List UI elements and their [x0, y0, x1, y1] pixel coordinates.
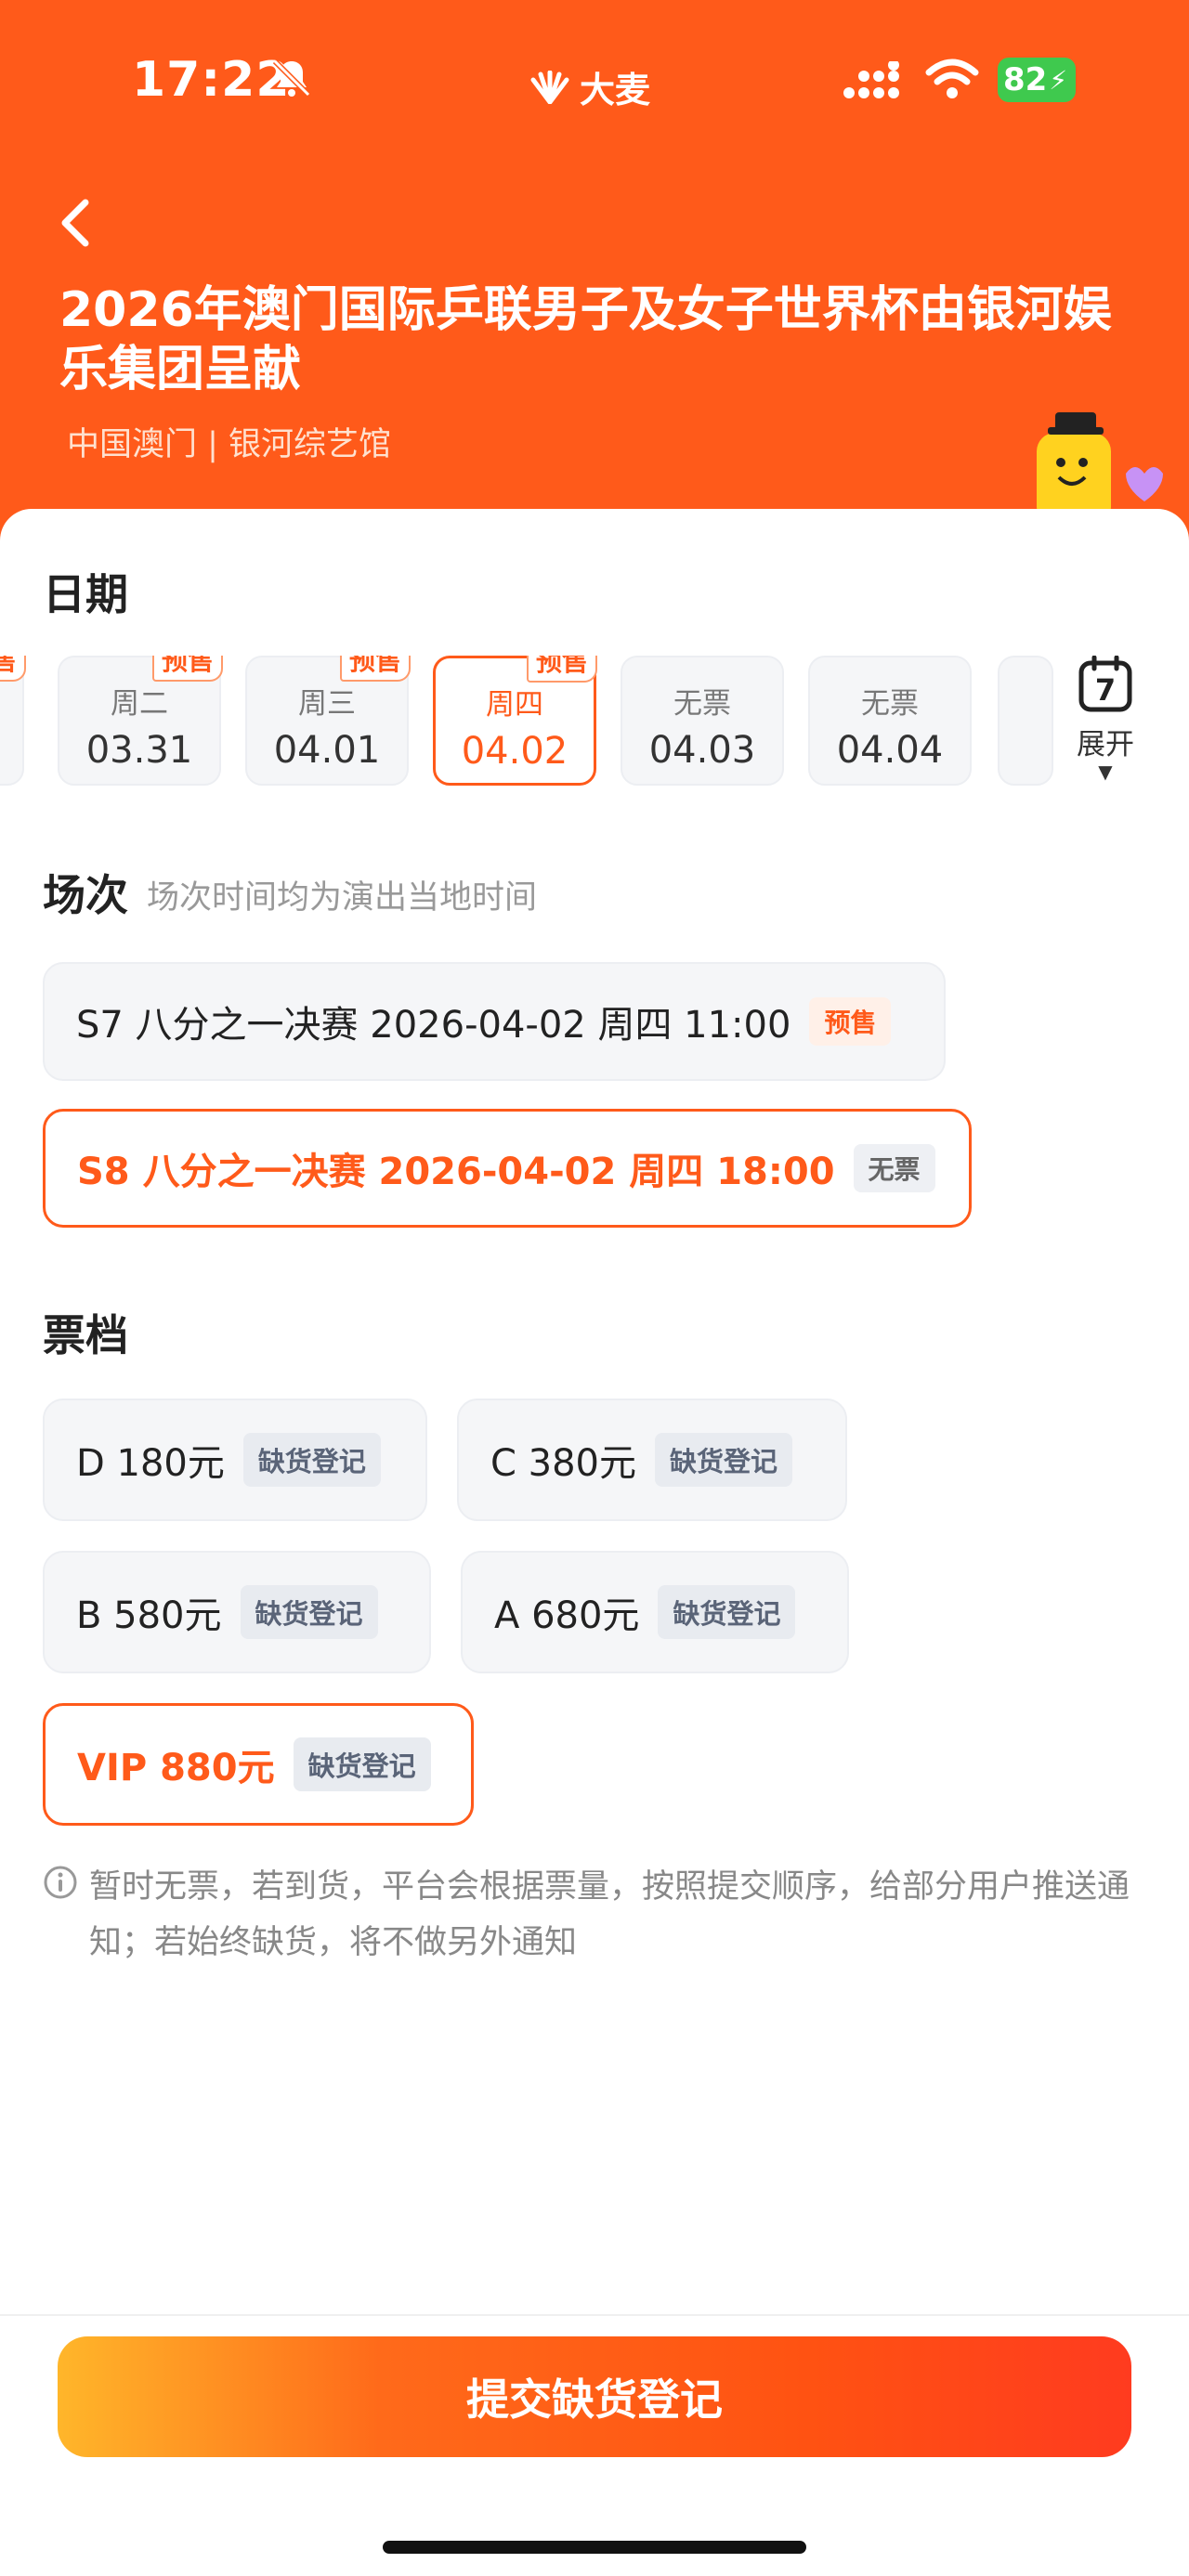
- info-icon: [44, 1866, 77, 1899]
- damai-logo: 大麦: [529, 61, 650, 112]
- expand-label: 展开: [1077, 728, 1134, 761]
- date-card-0401[interactable]: 预售 周三 04.01: [245, 656, 411, 786]
- date-card-0331[interactable]: 预售 周二 03.31: [58, 656, 223, 786]
- wifi-icon: [925, 59, 979, 98]
- event-venue: 中国澳门 | 银河综艺馆: [67, 426, 392, 463]
- tier-option-vip[interactable]: VIP 880元 缺货登记: [43, 1703, 474, 1826]
- date-card-0402[interactable]: 预售 周四 04.02: [433, 656, 597, 786]
- mascot-illustration-icon: [1037, 412, 1163, 520]
- expand-calendar-button[interactable]: 7 展开 ▼: [1066, 655, 1144, 786]
- date-weekday: 无票: [861, 687, 919, 721]
- date-value: 03.31: [85, 729, 193, 772]
- cellular-signal-icon: [843, 61, 899, 98]
- date-weekday: 周二: [111, 687, 168, 721]
- session-option-s7[interactable]: S7 八分之一决赛 2026-04-02 周四 11:00 预售: [43, 962, 946, 1081]
- tier-label: D 180元: [76, 1442, 225, 1485]
- tier-label: C 380元: [490, 1442, 636, 1485]
- tier-label: A 680元: [494, 1594, 640, 1637]
- selection-sheet: [0, 509, 1189, 2576]
- status-time: 17:22: [132, 52, 291, 108]
- date-section-title: 日期: [43, 569, 128, 619]
- presale-tag: 预售: [526, 656, 597, 683]
- tier-label: VIP 880元: [77, 1747, 275, 1789]
- event-title: 2026年澳门国际乒联男子及女子世界杯由银河娱乐集团呈献: [59, 282, 1112, 397]
- waitlist-badge: 缺货登记: [293, 1737, 431, 1791]
- session-status-badge: 无票: [853, 1144, 935, 1192]
- battery-level: 82: [1003, 61, 1048, 98]
- date-weekday: 无票: [673, 687, 731, 721]
- tier-option-b[interactable]: B 580元 缺货登记: [43, 1551, 431, 1673]
- date-value: 04.01: [273, 729, 381, 772]
- battery-indicator: 82 ⚡: [998, 58, 1076, 102]
- presale-tag: 预售: [151, 656, 223, 682]
- waitlist-badge: 缺货登记: [242, 1433, 381, 1487]
- submit-waitlist-button[interactable]: 提交缺货登记: [58, 2336, 1131, 2457]
- bottom-divider: [0, 2314, 1189, 2316]
- presale-tag: 预售: [339, 656, 411, 682]
- session-section-title: 场次: [43, 870, 128, 920]
- stock-notice-text: 暂时无票，若到货，平台会根据票量，按照提交顺序，给部分用户推送通知；若始终缺货，…: [89, 1868, 1130, 1961]
- calendar-icon: 7: [1078, 655, 1132, 712]
- date-card-partial-right[interactable]: [998, 656, 1053, 786]
- presale-tag: 售: [0, 656, 26, 682]
- waitlist-badge: 缺货登记: [655, 1433, 793, 1487]
- date-card-partial[interactable]: 售: [0, 656, 26, 786]
- session-status-badge: 预售: [809, 997, 892, 1046]
- session-label: S7 八分之一决赛 2026-04-02 周四 11:00: [76, 1004, 791, 1047]
- bell-muted-icon: [272, 59, 311, 98]
- charging-bolt-icon: ⚡: [1049, 64, 1067, 96]
- damai-logo-icon: [530, 70, 569, 104]
- session-label: S8 八分之一决赛 2026-04-02 周四 18:00: [77, 1151, 835, 1193]
- session-option-s8[interactable]: S8 八分之一决赛 2026-04-02 周四 18:00 无票: [43, 1109, 972, 1228]
- date-value: 04.02: [461, 730, 568, 773]
- tier-option-d[interactable]: D 180元 缺货登记: [43, 1399, 427, 1521]
- session-section-subtitle: 场次时间均为演出当地时间: [147, 879, 538, 917]
- logo-text: 大麦: [580, 70, 651, 111]
- date-card-0403[interactable]: 无票 04.03: [621, 656, 784, 786]
- home-indicator: [383, 2541, 806, 2554]
- chevron-down-icon: ▼: [1098, 761, 1113, 783]
- date-strip[interactable]: 售 预售 周二 03.31 预售 周三 04.01 预售 周四 04.02 无票…: [0, 656, 1189, 795]
- tier-option-a[interactable]: A 680元 缺货登记: [461, 1551, 849, 1673]
- waitlist-badge: 缺货登记: [658, 1585, 796, 1639]
- date-value: 04.04: [836, 729, 944, 772]
- date-weekday: 周四: [486, 688, 543, 722]
- tier-label: B 580元: [76, 1594, 222, 1637]
- calendar-number: 7: [1095, 672, 1116, 708]
- date-weekday: 周三: [298, 687, 356, 721]
- date-value: 04.03: [648, 729, 756, 772]
- back-arrow-icon[interactable]: [54, 195, 100, 251]
- tier-option-c[interactable]: C 380元 缺货登记: [457, 1399, 847, 1521]
- waitlist-badge: 缺货登记: [240, 1585, 378, 1639]
- tier-section-title: 票档: [43, 1310, 128, 1360]
- date-card-0404[interactable]: 无票 04.04: [808, 656, 972, 786]
